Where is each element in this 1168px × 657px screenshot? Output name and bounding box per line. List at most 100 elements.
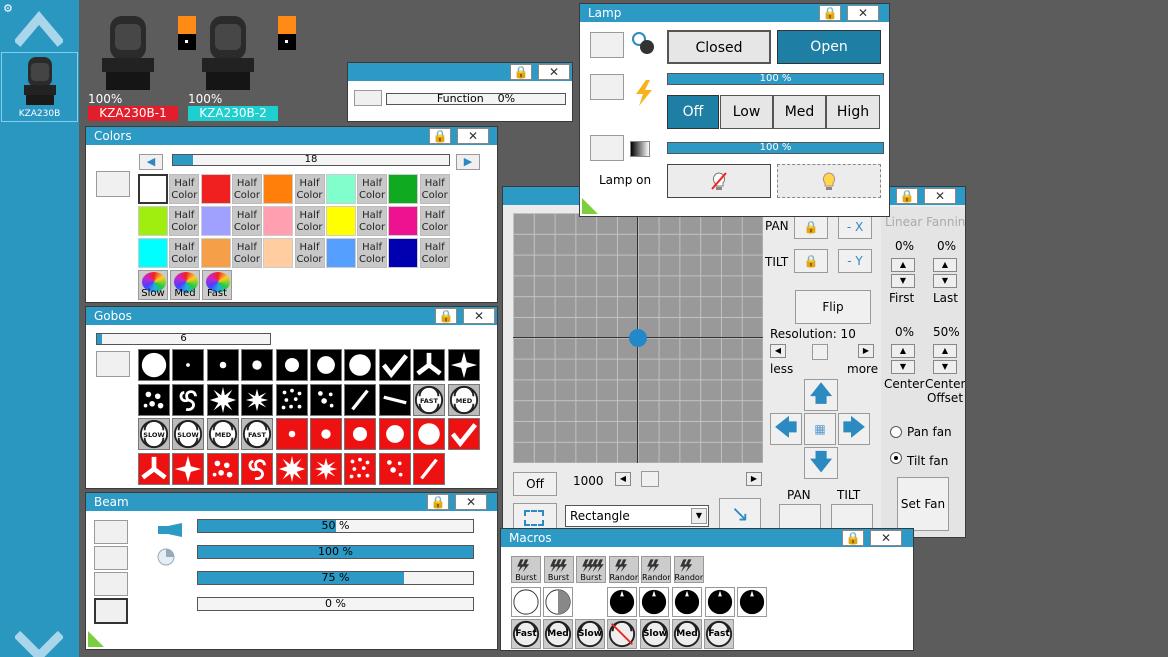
shutter-open-button[interactable]: Open xyxy=(777,30,881,64)
position-cursor[interactable] xyxy=(629,329,647,347)
gobo-button[interactable] xyxy=(310,349,342,381)
color-wheel-speed-button[interactable]: Fast xyxy=(202,270,232,300)
resize-grip-icon[interactable] xyxy=(88,631,104,647)
half-color-button[interactable]: Half Color xyxy=(294,206,325,236)
color-swatch[interactable] xyxy=(388,238,419,268)
half-color-button[interactable]: Half Color xyxy=(419,206,450,236)
macro-button[interactable]: Slow xyxy=(640,619,670,649)
gobo-button[interactable] xyxy=(241,383,274,416)
shutter-toggle-button[interactable] xyxy=(590,32,624,58)
strobe-low-button[interactable]: Low xyxy=(720,95,773,129)
gear-icon[interactable]: ⚙ xyxy=(3,3,15,15)
offset-down-button[interactable]: ▼ xyxy=(933,360,957,374)
pan-lock-button[interactable]: 🔒 xyxy=(794,215,828,239)
gobo-button[interactable] xyxy=(310,418,342,450)
shutter-closed-button[interactable]: Closed xyxy=(667,30,771,64)
color-wheel-speed-button[interactable]: Slow xyxy=(138,270,168,300)
gobo-button[interactable] xyxy=(206,452,239,485)
strobe-bar[interactable]: 100 % xyxy=(667,73,884,85)
strobe-off-button[interactable]: Off xyxy=(667,95,719,129)
speed-left-button[interactable]: ◀ xyxy=(615,472,631,486)
color-slider[interactable]: 18 xyxy=(172,154,450,166)
macro-button[interactable]: Med xyxy=(543,619,573,649)
half-color-button[interactable]: Half Color xyxy=(357,238,388,268)
gobo-button[interactable] xyxy=(310,452,342,485)
macro-button[interactable]: Burst xyxy=(576,556,606,583)
gobo-button[interactable] xyxy=(378,452,411,485)
sidebar-fixture-tile[interactable]: KZA230B xyxy=(1,52,78,122)
gobo-button[interactable] xyxy=(310,383,342,416)
tilt-lock-button[interactable]: 🔒 xyxy=(794,249,828,273)
beam-button-2[interactable] xyxy=(94,546,128,570)
close-button[interactable]: ✕ xyxy=(870,530,902,546)
color-swatch[interactable] xyxy=(138,174,168,204)
gobo-button[interactable] xyxy=(378,349,411,381)
offset-up-button[interactable]: ▲ xyxy=(933,344,957,358)
half-color-button[interactable]: Half Color xyxy=(231,238,262,268)
gobo-button[interactable] xyxy=(275,452,308,485)
gobo-button[interactable] xyxy=(344,383,377,416)
macro-button[interactable]: Fast xyxy=(704,619,734,649)
lock-button[interactable]: 🔒 xyxy=(819,5,841,21)
last-down-button[interactable]: ▼ xyxy=(933,274,957,288)
pan-tilt-area[interactable] xyxy=(513,213,763,463)
half-color-button[interactable]: Half Color xyxy=(357,174,388,204)
tilt-fan-radio[interactable] xyxy=(890,452,902,464)
down-arrow-button[interactable]: 🡇 xyxy=(804,447,838,479)
gobo-button[interactable] xyxy=(378,383,411,416)
center-button[interactable]: ▦ xyxy=(804,413,836,445)
macro-button[interactable] xyxy=(607,619,637,649)
gobo-slider[interactable]: 6 xyxy=(96,333,271,345)
macro-button[interactable] xyxy=(737,587,767,617)
left-arrow-button[interactable]: 🡄 xyxy=(770,413,802,445)
chevron-up-icon[interactable] xyxy=(15,10,63,48)
last-up-button[interactable]: ▲ xyxy=(933,258,957,272)
beam-button-4[interactable] xyxy=(94,598,128,624)
lock-button[interactable]: 🔒 xyxy=(427,494,449,510)
invert-x-button[interactable]: - X xyxy=(838,215,872,239)
gobo-button[interactable] xyxy=(172,452,205,485)
gobo-button[interactable] xyxy=(378,418,411,450)
color-swatch[interactable] xyxy=(138,206,168,236)
gobo-button[interactable] xyxy=(344,418,377,450)
half-color-button[interactable]: Half Color xyxy=(294,238,325,268)
color-swatch[interactable] xyxy=(200,206,231,236)
pan-fan-radio[interactable] xyxy=(890,426,902,438)
macro-button[interactable]: Slow xyxy=(575,619,605,649)
gobo-button[interactable] xyxy=(138,349,170,381)
gobo-button[interactable]: FAST xyxy=(241,418,274,450)
close-button[interactable]: ✕ xyxy=(455,494,487,510)
lock-button[interactable]: 🔒 xyxy=(510,64,532,80)
gobo-button[interactable] xyxy=(206,349,239,381)
half-color-button[interactable]: Half Color xyxy=(357,206,388,236)
up-arrow-button[interactable]: 🡅 xyxy=(804,379,838,411)
speed-right-button[interactable]: ▶ xyxy=(746,472,762,486)
close-button[interactable]: ✕ xyxy=(457,128,489,144)
color-wheel-speed-button[interactable]: Med xyxy=(170,270,200,300)
gobos-toggle-button[interactable] xyxy=(96,351,130,377)
chevron-down-icon[interactable] xyxy=(15,630,63,657)
color-swatch[interactable] xyxy=(325,174,356,204)
close-button[interactable]: ✕ xyxy=(847,5,879,21)
half-color-button[interactable]: Half Color xyxy=(231,174,262,204)
color-swatch[interactable] xyxy=(200,238,231,268)
color-swatch[interactable] xyxy=(388,206,419,236)
color-swatch[interactable] xyxy=(325,206,356,236)
close-button[interactable]: ✕ xyxy=(538,64,570,80)
gobo-button[interactable] xyxy=(172,349,205,381)
beam-button-3[interactable] xyxy=(94,572,128,596)
half-color-button[interactable]: Half Color xyxy=(294,174,325,204)
set-fan-button[interactable]: Set Fan xyxy=(897,477,949,531)
resolution-thumb[interactable] xyxy=(812,344,828,360)
macro-button[interactable]: Med xyxy=(672,619,702,649)
macro-button[interactable]: Burst xyxy=(511,556,541,583)
movement-off-button[interactable]: Off xyxy=(513,472,557,496)
strobe-high-button[interactable]: High xyxy=(826,95,880,129)
gobo-button[interactable]: MED xyxy=(447,383,480,416)
color-swatch[interactable] xyxy=(263,238,294,268)
beam-bar[interactable]: 50 % xyxy=(197,519,474,533)
first-up-button[interactable]: ▲ xyxy=(891,258,915,272)
beam-bar[interactable]: 100 % xyxy=(197,545,474,559)
lock-button[interactable]: 🔒 xyxy=(429,128,451,144)
close-button[interactable]: ✕ xyxy=(924,188,956,204)
